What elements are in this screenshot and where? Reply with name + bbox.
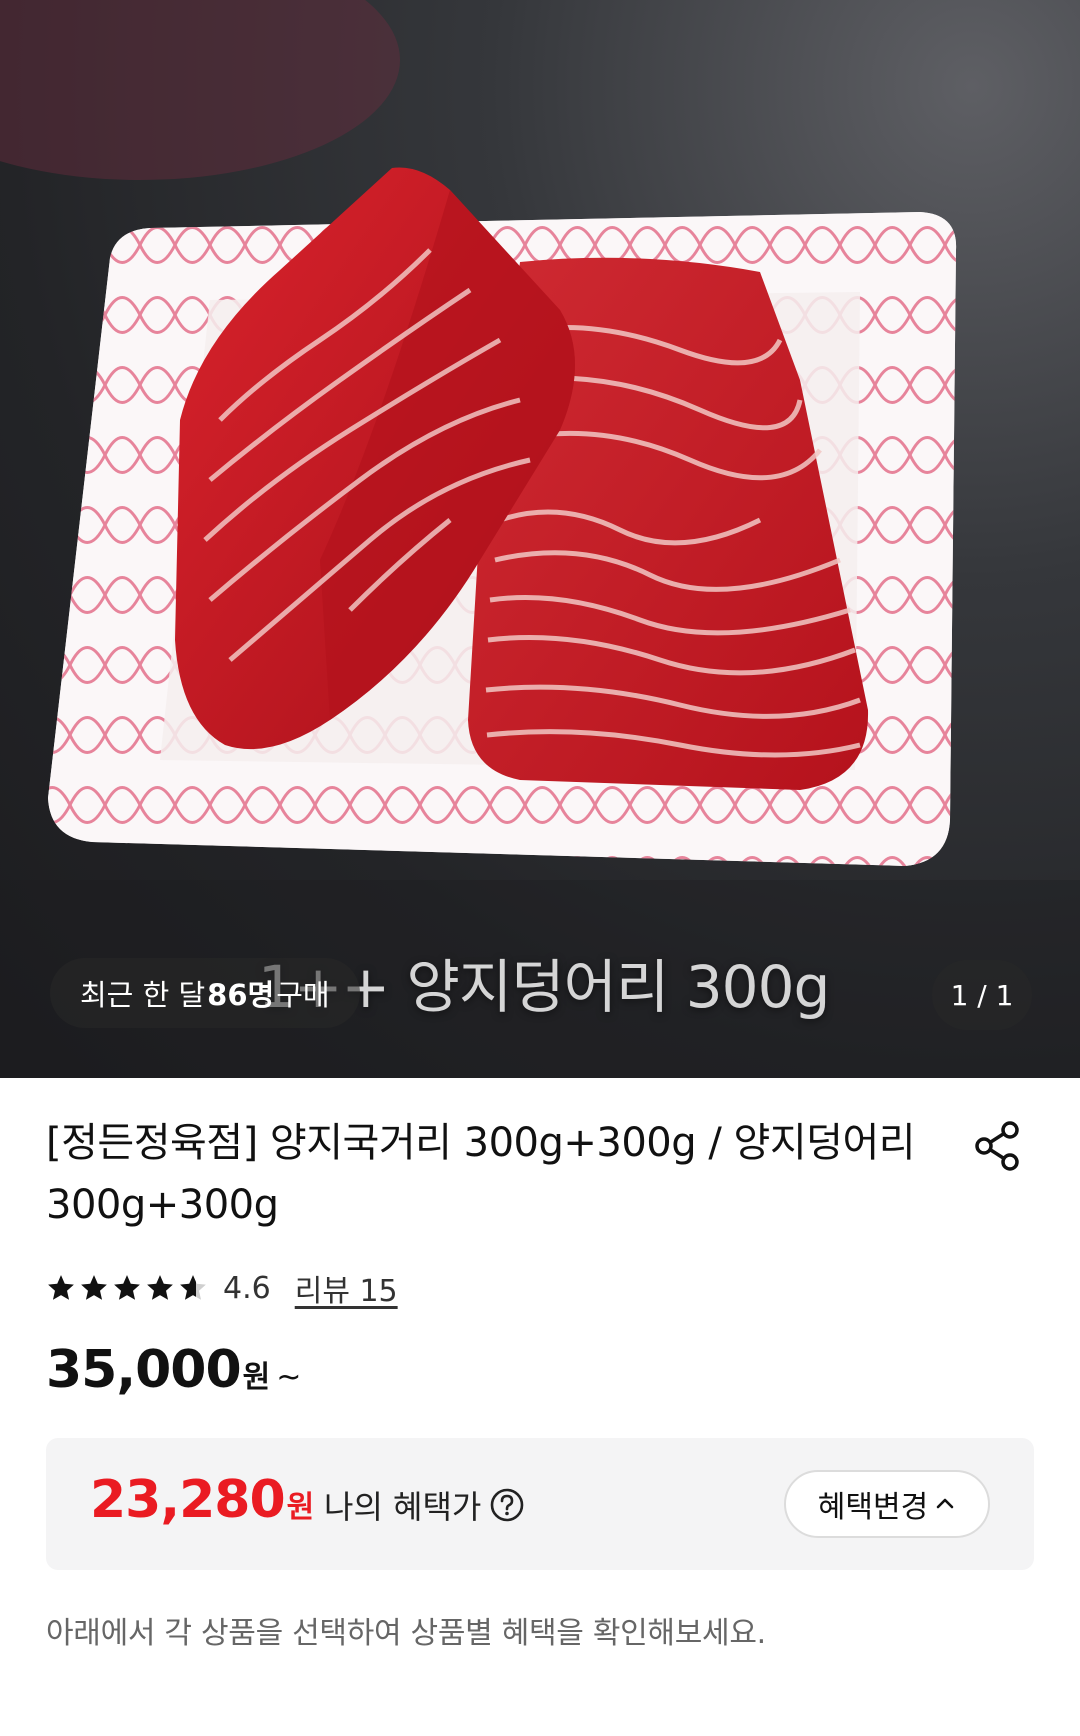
price-value: 35,000 <box>46 1340 242 1400</box>
benefit-price-unit: 원 <box>286 1490 315 1525</box>
price-suffix: ~ <box>276 1360 302 1395</box>
original-price: 35,000 원 ~ <box>46 1340 301 1400</box>
benefit-price-value: 23,280 <box>90 1470 286 1530</box>
star-icon <box>180 1275 206 1300</box>
product-image[interactable]: 1++ 양지덩어리 300g 최근 한 달 86명 구매 1 / 1 <box>0 0 1080 1078</box>
chevron-up-icon <box>936 1498 954 1509</box>
star-icon <box>48 1275 74 1300</box>
star-icon <box>81 1275 107 1300</box>
benefit-label-text: 나의 혜택가 <box>324 1488 482 1526</box>
star-icon <box>114 1275 140 1300</box>
product-title: [정든정육점] 양지국거리 300g+300g / 양지덩어리 300g+300… <box>46 1120 916 1228</box>
star-icon <box>147 1275 173 1300</box>
buyers-count: 86명 <box>207 978 275 1012</box>
buyers-prefix: 최근 한 달 <box>80 978 206 1012</box>
help-circle-icon[interactable] <box>489 1487 525 1523</box>
benefit-label: 나의 혜택가 <box>324 1482 525 1528</box>
rating-stars <box>46 1273 211 1303</box>
buyers-suffix: 구매 <box>276 978 330 1012</box>
meat-photo <box>0 0 1080 1078</box>
rating-row: 4.6 리뷰 15 <box>46 1266 398 1310</box>
change-benefit-button[interactable]: 혜택변경 <box>784 1470 990 1538</box>
change-benefit-label: 혜택변경 <box>817 1490 929 1525</box>
price-unit: 원 <box>242 1360 271 1395</box>
rating-value: 4.6 <box>223 1270 271 1306</box>
image-counter: 1 / 1 <box>932 960 1032 1030</box>
benefit-price: 23,280 원 <box>90 1470 314 1530</box>
benefit-notice: 아래에서 각 상품을 선택하여 상품별 혜택을 확인해보세요. <box>46 1616 766 1651</box>
benefit-price-box: 23,280 원 나의 혜택가 혜택변경 <box>46 1438 1034 1570</box>
share-icon[interactable] <box>970 1118 1026 1174</box>
recent-buyers-badge: 최근 한 달 86명 구매 <box>50 958 360 1028</box>
review-link[interactable]: 리뷰 15 <box>295 1266 398 1310</box>
